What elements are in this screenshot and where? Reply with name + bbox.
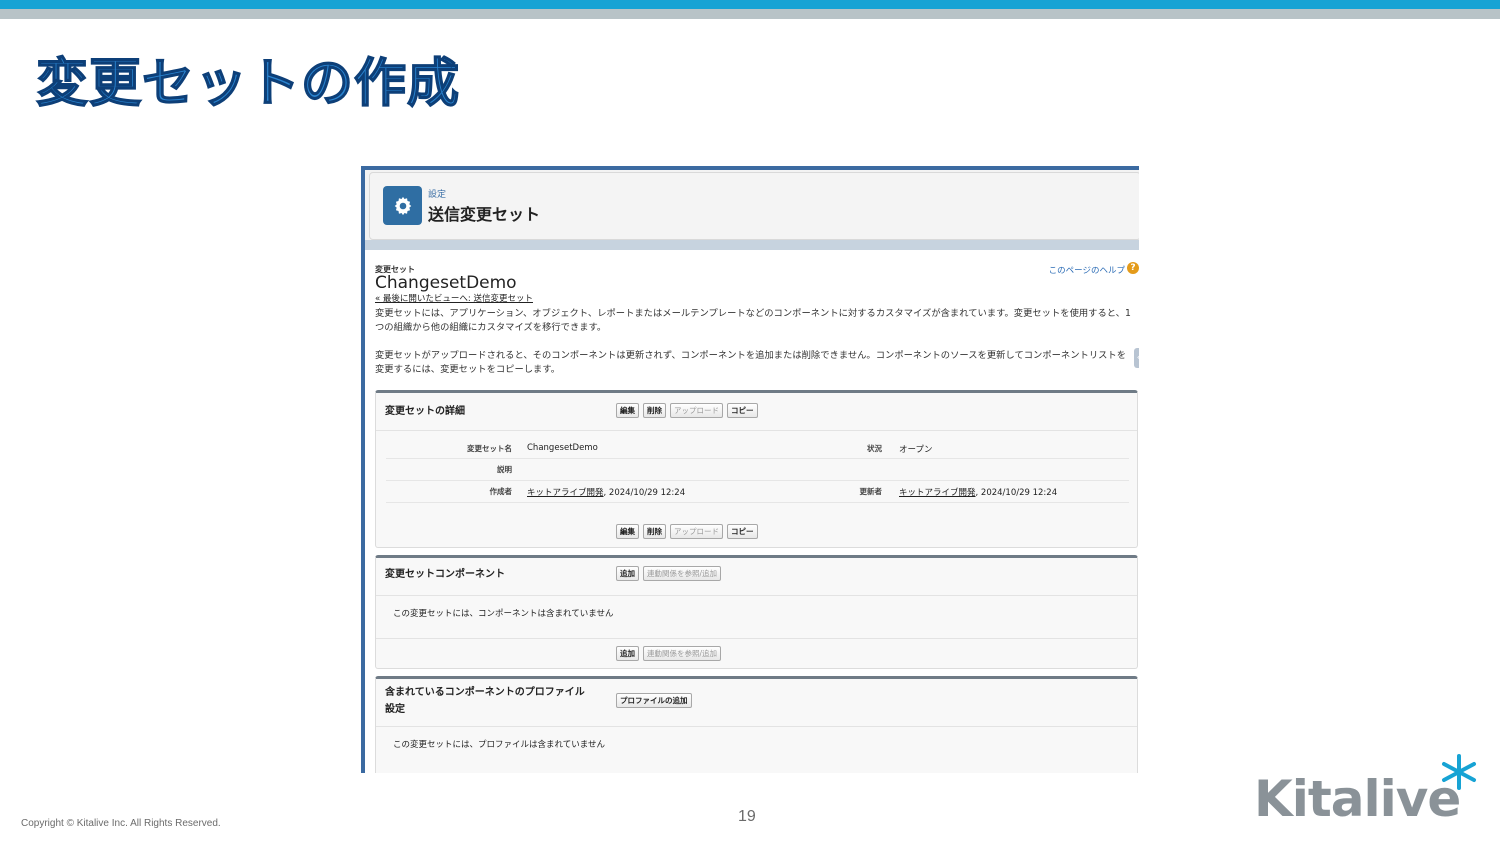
- modified-by-label: 更新者: [859, 487, 883, 496]
- main-content: 変更セット ChangesetDemo « 最後に開いたビューへ: 送信変更セッ…: [365, 250, 1139, 773]
- add-profile-button[interactable]: プロファイルの追加: [616, 693, 692, 708]
- add-component-button-bottom[interactable]: 追加: [616, 646, 639, 661]
- components-divider: [376, 638, 1137, 639]
- copyright-text: Copyright © Kitalive Inc. All Rights Res…: [21, 818, 221, 829]
- gear-icon: [383, 186, 422, 225]
- setup-page-header: 設定 送信変更セット: [369, 172, 1139, 240]
- help-link[interactable]: このページのヘルプ: [1049, 264, 1125, 276]
- description-paragraph-1: 変更セットには、アプリケーション、オブジェクト、レポートまたはメールテンプレート…: [375, 308, 1131, 333]
- status-value: オープン: [899, 445, 933, 455]
- modified-by-value: キットアライブ開発, 2024/10/29 12:24: [899, 486, 1057, 498]
- back-link[interactable]: « 最後に開いたビューへ: 送信変更セット: [375, 292, 533, 304]
- modified-by-user-link[interactable]: キットアライブ開発: [899, 488, 976, 498]
- copy-button-bottom[interactable]: コピー: [727, 524, 758, 539]
- add-component-button[interactable]: 追加: [616, 566, 639, 581]
- edit-button-bottom[interactable]: 編集: [616, 524, 639, 539]
- breadcrumb[interactable]: 設定: [428, 187, 446, 200]
- delete-button[interactable]: 削除: [643, 403, 666, 418]
- details-top-buttons: 編集 削除 アップロード コピー: [616, 403, 758, 418]
- components-bottom-buttons: 追加 連動関係を参照/追加: [616, 646, 722, 661]
- top-accent-bar: [0, 0, 1500, 9]
- created-by-date: , 2024/10/29 12:24: [603, 488, 686, 498]
- created-by-label: 作成者: [489, 487, 513, 496]
- top-gray-bar: [0, 9, 1500, 19]
- detail-row-audit: 作成者 キットアライブ開発, 2024/10/29 12:24 更新者 キットア…: [386, 481, 1129, 503]
- delete-button-bottom[interactable]: 削除: [643, 524, 666, 539]
- components-top-buttons: 追加 連動関係を参照/追加: [616, 566, 722, 581]
- details-panel-header: 変更セットの詳細 編集 削除 アップロード コピー: [376, 393, 1137, 431]
- details-bottom-buttons: 編集 削除 アップロード コピー: [616, 524, 758, 539]
- view-dependencies-button[interactable]: 連動関係を参照/追加: [643, 566, 722, 581]
- description-paragraph-2: 変更セットがアップロードされると、そのコンポーネントは更新されず、コンポーネント…: [375, 350, 1127, 375]
- created-by-value: キットアライブ開発, 2024/10/29 12:24: [527, 486, 685, 498]
- status-label: 状況: [867, 444, 882, 453]
- details-panel-title: 変更セットの詳細: [385, 406, 465, 417]
- kitalive-logo: Kitalive: [1254, 752, 1479, 828]
- slide-title: 変更セットの作成: [35, 53, 461, 115]
- name-value: ChangesetDemo: [527, 443, 598, 453]
- slide: 変更セットの作成 設定 送信変更セット 変更セット ChangesetDemo …: [0, 0, 1500, 844]
- collapse-arrow-icon[interactable]: ‹: [1134, 348, 1139, 368]
- profiles-panel-title-line2: 設定: [385, 704, 405, 715]
- components-panel: 変更セットコンポーネント 追加 連動関係を参照/追加 この変更セットには、コンポ…: [375, 555, 1138, 669]
- created-by-user-link[interactable]: キットアライブ開発: [527, 488, 604, 498]
- edit-button[interactable]: 編集: [616, 403, 639, 418]
- profiles-panel-title-line1: 含まれているコンポーネントのプロファイル: [385, 687, 585, 698]
- salesforce-screenshot: 設定 送信変更セット 変更セット ChangesetDemo « 最後に開いたビ…: [361, 166, 1139, 773]
- components-panel-header: 変更セットコンポーネント 追加 連動関係を参照/追加: [376, 558, 1137, 596]
- view-dependencies-button-bottom[interactable]: 連動関係を参照/追加: [643, 646, 722, 661]
- header-stripe: [365, 240, 1139, 250]
- profiles-buttons: プロファイルの追加: [616, 693, 692, 708]
- details-panel: 変更セットの詳細 編集 削除 アップロード コピー 変更セット名 Changes…: [375, 390, 1138, 548]
- screenshot-top-border: [365, 166, 1139, 170]
- upload-button[interactable]: アップロード: [670, 403, 723, 418]
- copy-button[interactable]: コピー: [727, 403, 758, 418]
- upload-button-bottom[interactable]: アップロード: [670, 524, 723, 539]
- page-title: 送信変更セット: [428, 205, 541, 224]
- detail-row-description: 説明: [386, 459, 1129, 481]
- components-empty-message: この変更セットには、コンポーネントは含まれていません: [393, 609, 614, 619]
- profiles-panel-header: 含まれているコンポーネントのプロファイル 設定 プロファイルの追加: [376, 679, 1137, 727]
- profiles-empty-message: この変更セットには、プロファイルは含まれていません: [393, 740, 605, 750]
- name-label: 変更セット名: [467, 444, 512, 453]
- page-number: 19: [738, 808, 756, 825]
- components-panel-title: 変更セットコンポーネント: [385, 569, 505, 580]
- record-name: ChangesetDemo: [375, 273, 517, 293]
- detail-row-name: 変更セット名 ChangesetDemo 状況 オープン: [386, 437, 1129, 459]
- logo-wordmark: Kitalive: [1254, 770, 1460, 822]
- help-icon[interactable]: ?: [1127, 262, 1139, 274]
- description-label: 説明: [497, 465, 512, 474]
- profiles-panel: 含まれているコンポーネントのプロファイル 設定 プロファイルの追加 この変更セッ…: [375, 676, 1138, 773]
- modified-by-date: , 2024/10/29 12:24: [975, 488, 1058, 498]
